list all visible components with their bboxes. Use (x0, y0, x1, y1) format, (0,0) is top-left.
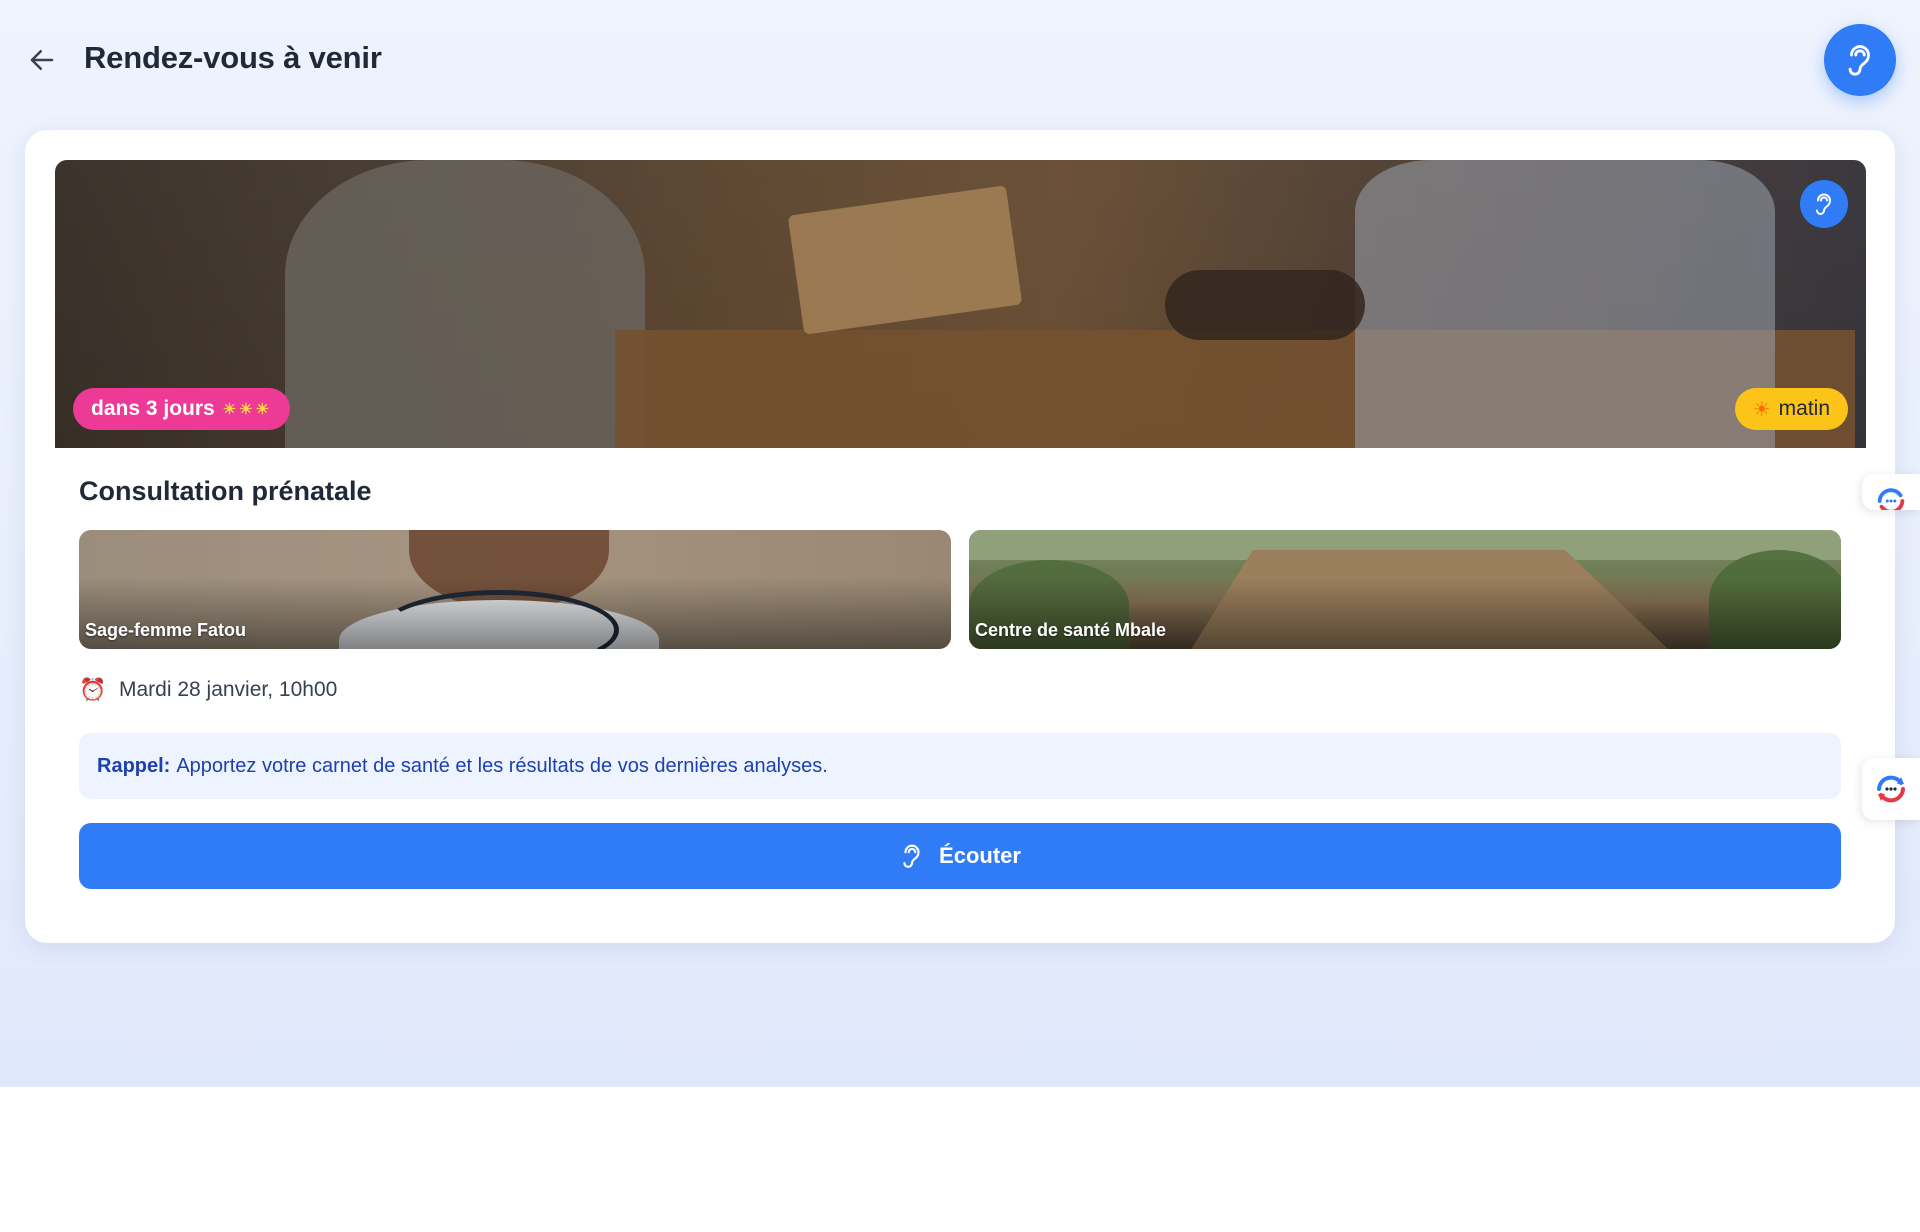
midwife-tile[interactable]: Sage-femme Fatou (79, 530, 951, 649)
health-center-caption: Centre de santé Mbale (975, 620, 1167, 640)
arrow-left-icon (30, 50, 54, 70)
listen-fab-button[interactable] (1824, 24, 1896, 96)
listen-button-label: Écouter (939, 843, 1021, 868)
chat-widget-button[interactable] (1862, 474, 1920, 510)
ear-icon (1816, 193, 1831, 215)
chat-refresh-icon (1877, 775, 1905, 803)
time-of-day-badge: ☀ matin (1734, 388, 1848, 430)
hero-listen-button[interactable] (1800, 180, 1848, 228)
sun-icon: ☀ (1752, 398, 1771, 421)
reminder-lead: Rappel: (97, 754, 171, 777)
ear-icon (903, 844, 920, 868)
appointment-datetime: ⏰ Mardi 28 janvier, 10h00 (79, 674, 337, 706)
days-until-badge: dans 3 jours ☀☀☀ (73, 388, 291, 430)
hero-image: dans 3 jours ☀☀☀ ☀ matin (55, 160, 1866, 448)
days-until-label: dans 3 jours (91, 397, 215, 420)
header: Rendez-vous à venir (0, 0, 1920, 120)
time-of-day-label: matin (1778, 397, 1830, 420)
ear-icon (1848, 45, 1870, 76)
health-center-tile[interactable]: Centre de santé Mbale (969, 530, 1841, 649)
midwife-caption: Sage-femme Fatou (85, 620, 247, 640)
chat-refresh-icon (1877, 488, 1905, 510)
back-button[interactable] (24, 42, 60, 78)
datetime-text: Mardi 28 janvier, 10h00 (119, 678, 338, 701)
page-title: Rendez-vous à venir (84, 40, 382, 75)
sun-icons: ☀☀☀ (222, 401, 273, 418)
chat-widget-button-2[interactable] (1862, 758, 1920, 820)
reminder-box: Rappel: Apportez votre carnet de santé e… (79, 733, 1841, 799)
alarm-clock-icon: ⏰ (79, 677, 107, 702)
listen-button[interactable]: Écouter (79, 823, 1841, 889)
appointment-title: Consultation prénatale (79, 476, 372, 506)
appointment-card: dans 3 jours ☀☀☀ ☀ matin Consultation pr… (25, 130, 1895, 943)
reminder-text: Apportez votre carnet de santé et les ré… (176, 754, 828, 777)
